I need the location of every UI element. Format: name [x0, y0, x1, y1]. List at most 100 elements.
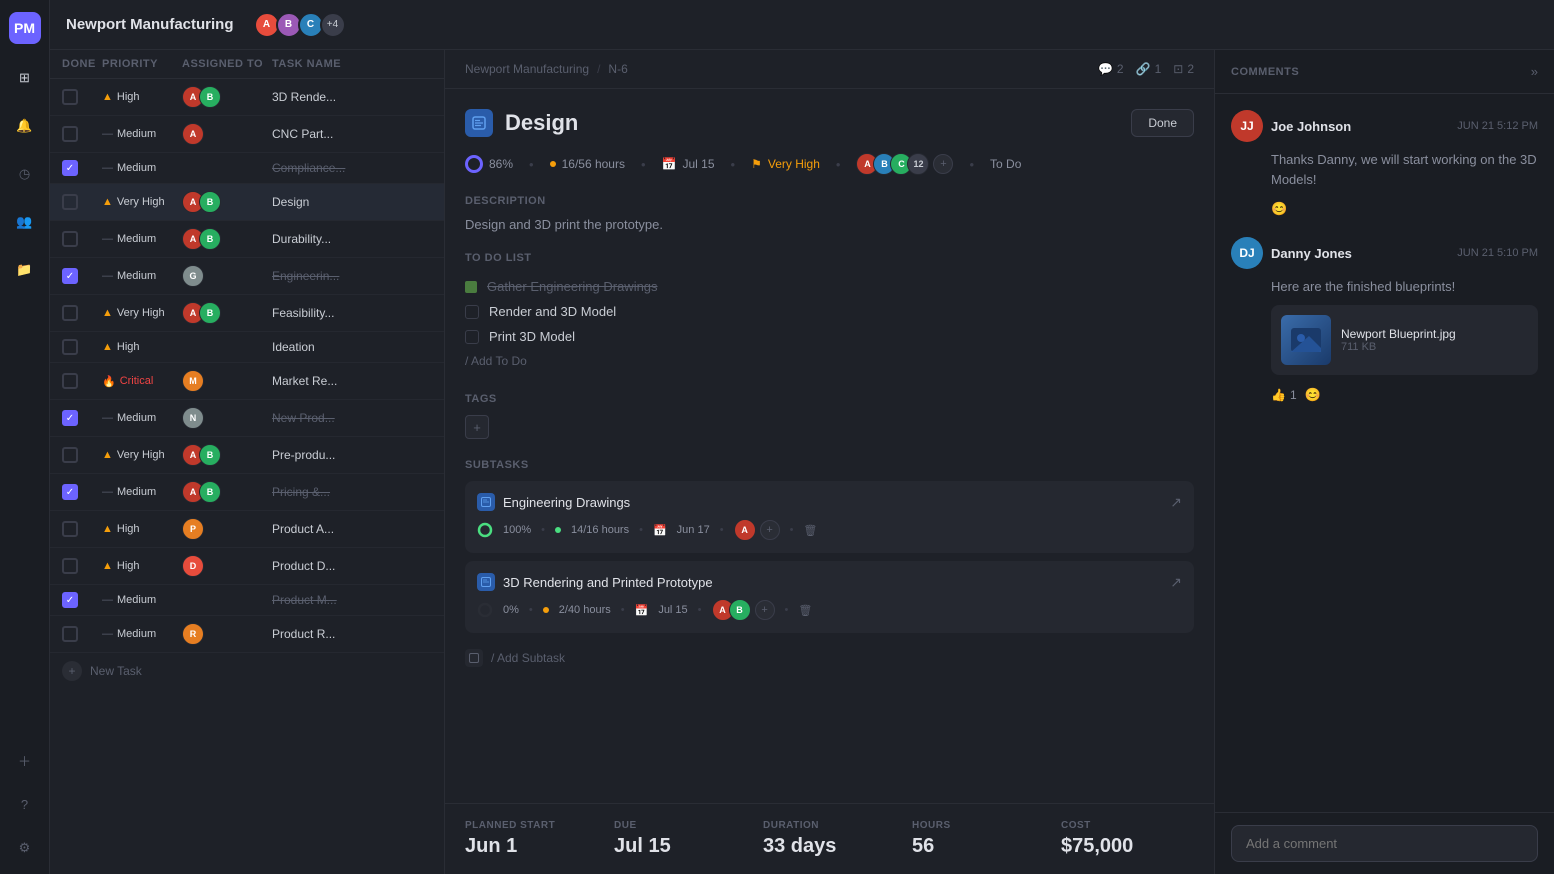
table-row[interactable]: ▲High Ideation: [50, 332, 444, 363]
table-row[interactable]: ▲Very High A B Design: [50, 184, 444, 221]
row-checkbox[interactable]: [62, 521, 78, 537]
row-checkbox[interactable]: ✓: [62, 268, 78, 284]
comment-reaction-area-1[interactable]: 😊: [1231, 201, 1538, 217]
assigned-cell: A B: [182, 191, 272, 213]
todo-section-label: TO DO LIST: [465, 252, 1194, 264]
sidebar-add-icon[interactable]: ＋: [11, 746, 39, 774]
table-row[interactable]: ✓ —Medium Product M...: [50, 585, 444, 616]
sidebar-help-icon[interactable]: ?: [11, 790, 39, 818]
todo-checkbox-icon[interactable]: [465, 330, 479, 344]
table-row[interactable]: ▲High P Product A...: [50, 511, 444, 548]
table-row[interactable]: ▲Very High A B Feasibility...: [50, 295, 444, 332]
links-count-action[interactable]: 🔗 1: [1136, 62, 1162, 76]
tags-section-label: TAGS: [465, 393, 1194, 405]
table-row[interactable]: ▲High D Product D...: [50, 548, 444, 585]
sidebar-folder-icon[interactable]: 📁: [11, 256, 39, 284]
breadcrumb-task-id: N-6: [608, 62, 627, 76]
comment-author-2: Danny Jones: [1271, 246, 1449, 261]
row-checkbox[interactable]: [62, 626, 78, 642]
detail-header: Newport Manufacturing / N-6 💬 2 🔗 1 ⊡: [445, 50, 1214, 89]
emoji-picker-icon-2[interactable]: 😊: [1305, 387, 1321, 403]
add-todo-button[interactable]: / Add To Do: [465, 349, 1194, 373]
app-logo[interactable]: PM: [9, 12, 41, 44]
new-task-add-icon[interactable]: +: [62, 661, 82, 681]
task-title-row: Design Done: [465, 109, 1194, 137]
subtask-delete-icon-2[interactable]: 🗑: [798, 604, 812, 617]
project-title: Newport Manufacturing: [66, 16, 234, 33]
comments-list: JJ Joe Johnson JUN 21 5:12 PM Thanks Dan…: [1215, 94, 1554, 812]
subtask-assignees: A +: [734, 519, 780, 541]
table-row[interactable]: ▲High A B 3D Rende...: [50, 79, 444, 116]
project-avatars: A B C +4: [246, 12, 346, 38]
row-checkbox[interactable]: [62, 231, 78, 247]
todo-checkbox-icon[interactable]: [465, 305, 479, 319]
table-row[interactable]: —Medium R Product R...: [50, 616, 444, 653]
row-checkbox[interactable]: [62, 373, 78, 389]
avatar-overflow[interactable]: +4: [320, 12, 346, 38]
assigned-cell: D: [182, 555, 272, 577]
row-checkbox[interactable]: [62, 126, 78, 142]
new-task-row[interactable]: + New Task: [50, 653, 444, 689]
add-todo-label: / Add To Do: [465, 354, 527, 368]
table-row[interactable]: —Medium A B Durability...: [50, 221, 444, 258]
list-item[interactable]: Gather Engineering Drawings: [465, 274, 1194, 299]
list-item[interactable]: Engineering Drawings ↗ 100% • 14/16 hour…: [465, 481, 1194, 553]
emoji-picker-icon-1[interactable]: 😊: [1271, 201, 1287, 216]
sidebar-settings-icon[interactable]: ⚙: [11, 834, 39, 862]
row-checkbox[interactable]: ✓: [62, 410, 78, 426]
row-checkbox[interactable]: [62, 558, 78, 574]
duration-stat: DURATION 33 days: [763, 820, 896, 858]
sidebar-home-icon[interactable]: ⊞: [11, 64, 39, 92]
row-checkbox[interactable]: [62, 194, 78, 210]
task-assignees: A B C 12 +: [856, 153, 953, 175]
list-item[interactable]: 3D Rendering and Printed Prototype ↗ 0% …: [465, 561, 1194, 633]
description-text: Design and 3D print the prototype.: [465, 217, 1194, 232]
table-row[interactable]: ✓ —Medium G Engineerin...: [50, 258, 444, 295]
comments-count-action[interactable]: 💬 2: [1098, 62, 1124, 76]
assignee-avatar: B: [199, 444, 221, 466]
external-link-icon-2[interactable]: ↗: [1170, 574, 1182, 591]
comment-input[interactable]: [1231, 825, 1538, 862]
table-row[interactable]: —Medium A CNC Part...: [50, 116, 444, 153]
subtask-pct: 100%: [503, 524, 531, 536]
table-row[interactable]: ▲Very High A B Pre-produ...: [50, 437, 444, 474]
subtask-assignee-avatar: A: [734, 519, 756, 541]
table-row[interactable]: 🔥Critical M Market Re...: [50, 363, 444, 400]
table-row[interactable]: ✓ —Medium Compliance...: [50, 153, 444, 184]
reaction-thumbsup[interactable]: 👍 1: [1271, 388, 1297, 402]
comment-text-1: Thanks Danny, we will start working on t…: [1231, 150, 1538, 189]
row-checkbox[interactable]: [62, 447, 78, 463]
sidebar-users-icon[interactable]: 👥: [11, 208, 39, 236]
assignee-avatar: G: [182, 265, 204, 287]
external-link-icon[interactable]: ↗: [1170, 494, 1182, 511]
row-checkbox[interactable]: ✓: [62, 592, 78, 608]
subtask-add-assignee-2[interactable]: +: [755, 600, 775, 620]
table-row[interactable]: ✓ —Medium N New Prod...: [50, 400, 444, 437]
row-checkbox[interactable]: [62, 305, 78, 321]
sidebar-clock-icon[interactable]: ◷: [11, 160, 39, 188]
comment-attachment[interactable]: Newport Blueprint.jpg 711 KB: [1271, 305, 1538, 375]
sidebar-notifications-icon[interactable]: 🔔: [11, 112, 39, 140]
task-name-cell: Feasibility...: [272, 306, 432, 320]
expand-comments-icon[interactable]: »: [1531, 64, 1538, 79]
list-item[interactable]: Render and 3D Model: [465, 299, 1194, 324]
add-tag-button[interactable]: +: [465, 415, 489, 439]
reaction-count: 1: [1290, 388, 1297, 402]
subtask-delete-icon[interactable]: 🗑: [803, 524, 817, 537]
task-name-cell: Pre-produ...: [272, 448, 432, 462]
priority-cell: ▲High: [102, 341, 182, 353]
done-button[interactable]: Done: [1131, 109, 1194, 137]
add-assignee-button[interactable]: +: [933, 154, 953, 174]
task-meta: 86% • 16/56 hours • 📅 Jul 15 • ⚑: [465, 153, 1194, 175]
table-row[interactable]: ✓ —Medium A B Pricing &...: [50, 474, 444, 511]
row-checkbox[interactable]: [62, 339, 78, 355]
assignee-avatar: B: [199, 481, 221, 503]
add-subtask-button[interactable]: / Add Subtask: [465, 641, 1194, 675]
list-item[interactable]: Print 3D Model: [465, 324, 1194, 349]
subtasks-count-action[interactable]: ⊡ 2: [1173, 62, 1194, 76]
row-checkbox[interactable]: ✓: [62, 484, 78, 500]
link-icon: 🔗: [1136, 62, 1151, 76]
row-checkbox[interactable]: [62, 89, 78, 105]
subtask-add-assignee[interactable]: +: [760, 520, 780, 540]
row-checkbox[interactable]: ✓: [62, 160, 78, 176]
